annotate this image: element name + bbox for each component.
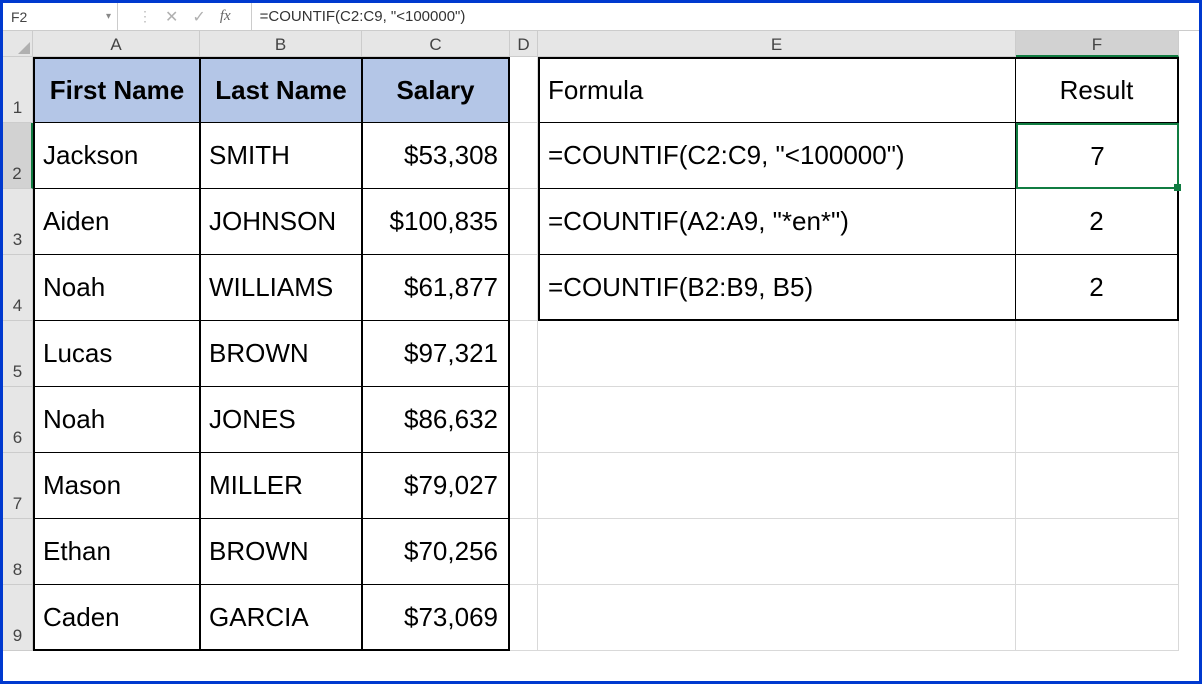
cell-C4[interactable]: $61,877 [362, 255, 510, 321]
cancel-icon[interactable]: ✕ [165, 7, 178, 27]
cell-A1[interactable]: First Name [33, 57, 200, 123]
cell-C6[interactable]: $86,632 [362, 387, 510, 453]
cell-D6[interactable] [510, 387, 538, 453]
select-all-corner[interactable] [3, 31, 33, 57]
col-head-A[interactable]: A [33, 31, 200, 57]
cell-C8[interactable]: $70,256 [362, 519, 510, 585]
cell-F8[interactable] [1016, 519, 1179, 585]
cell-E6[interactable] [538, 387, 1016, 453]
fx-icon[interactable]: fx [220, 8, 231, 25]
cell-A2[interactable]: Jackson [33, 123, 200, 189]
row-head-8[interactable]: 8 [3, 519, 33, 585]
cell-C5[interactable]: $97,321 [362, 321, 510, 387]
cell-D9[interactable] [510, 585, 538, 651]
cell-E7[interactable] [538, 453, 1016, 519]
cell-D2[interactable] [510, 123, 538, 189]
cell-A6[interactable]: Noah [33, 387, 200, 453]
col-head-B[interactable]: B [200, 31, 362, 57]
row-head-9[interactable]: 9 [3, 585, 33, 651]
dropdown-icon[interactable]: ▾ [106, 11, 111, 22]
cell-D5[interactable] [510, 321, 538, 387]
cell-E5[interactable] [538, 321, 1016, 387]
enter-icon[interactable]: ✓ [192, 7, 205, 27]
col-head-F[interactable]: F [1016, 31, 1179, 57]
cell-E9[interactable] [538, 585, 1016, 651]
cell-F4[interactable]: 2 [1016, 255, 1179, 321]
cell-A9[interactable]: Caden [33, 585, 200, 651]
cell-C7[interactable]: $79,027 [362, 453, 510, 519]
col-head-D[interactable]: D [510, 31, 538, 57]
cell-D1[interactable] [510, 57, 538, 123]
formula-input[interactable]: =COUNTIF(C2:C9, "<100000") [252, 3, 1199, 30]
cell-C1[interactable]: Salary [362, 57, 510, 123]
cell-B2[interactable]: SMITH [200, 123, 362, 189]
formula-bar-buttons: ⋮ ✕ ✓ fx [118, 3, 252, 30]
cell-B6[interactable]: JONES [200, 387, 362, 453]
cell-B8[interactable]: BROWN [200, 519, 362, 585]
cell-E4[interactable]: =COUNTIF(B2:B9, B5) [538, 255, 1016, 321]
cell-D7[interactable] [510, 453, 538, 519]
row-head-7[interactable]: 7 [3, 453, 33, 519]
name-box-value: F2 [11, 9, 27, 25]
cell-D4[interactable] [510, 255, 538, 321]
cell-B1[interactable]: Last Name [200, 57, 362, 123]
cell-B7[interactable]: MILLER [200, 453, 362, 519]
cell-E3[interactable]: =COUNTIF(A2:A9, "*en*") [538, 189, 1016, 255]
cell-F7[interactable] [1016, 453, 1179, 519]
cell-E1[interactable]: Formula [538, 57, 1016, 123]
cell-C2[interactable]: $53,308 [362, 123, 510, 189]
row-head-3[interactable]: 3 [3, 189, 33, 255]
cell-B9[interactable]: GARCIA [200, 585, 362, 651]
formula-text: =COUNTIF(C2:C9, "<100000") [260, 8, 466, 25]
cell-F1[interactable]: Result [1016, 57, 1179, 123]
cell-C3[interactable]: $100,835 [362, 189, 510, 255]
name-box[interactable]: F2 ▾ [3, 3, 118, 30]
col-head-C[interactable]: C [362, 31, 510, 57]
cell-F9[interactable] [1016, 585, 1179, 651]
cell-F6[interactable] [1016, 387, 1179, 453]
cell-C9[interactable]: $73,069 [362, 585, 510, 651]
cell-A4[interactable]: Noah [33, 255, 200, 321]
cell-B3[interactable]: JOHNSON [200, 189, 362, 255]
cell-F5[interactable] [1016, 321, 1179, 387]
row-head-1[interactable]: 1 [3, 57, 33, 123]
row-head-6[interactable]: 6 [3, 387, 33, 453]
cell-A8[interactable]: Ethan [33, 519, 200, 585]
row-head-2[interactable]: 2 [3, 123, 33, 189]
cell-B4[interactable]: WILLIAMS [200, 255, 362, 321]
more-icon: ⋮ [138, 8, 151, 25]
cell-A7[interactable]: Mason [33, 453, 200, 519]
cell-D8[interactable] [510, 519, 538, 585]
row-head-5[interactable]: 5 [3, 321, 33, 387]
col-head-E[interactable]: E [538, 31, 1016, 57]
cell-E8[interactable] [538, 519, 1016, 585]
cell-D3[interactable] [510, 189, 538, 255]
cell-F2[interactable]: 7 [1016, 123, 1179, 189]
row-head-4[interactable]: 4 [3, 255, 33, 321]
cell-E2[interactable]: =COUNTIF(C2:C9, "<100000") [538, 123, 1016, 189]
cell-B5[interactable]: BROWN [200, 321, 362, 387]
cell-F3[interactable]: 2 [1016, 189, 1179, 255]
cell-A5[interactable]: Lucas [33, 321, 200, 387]
spreadsheet-grid[interactable]: A B C D E F 1 First Name Last Name Salar… [3, 31, 1199, 651]
cell-A3[interactable]: Aiden [33, 189, 200, 255]
formula-bar: F2 ▾ ⋮ ✕ ✓ fx =COUNTIF(C2:C9, "<100000") [3, 3, 1199, 31]
